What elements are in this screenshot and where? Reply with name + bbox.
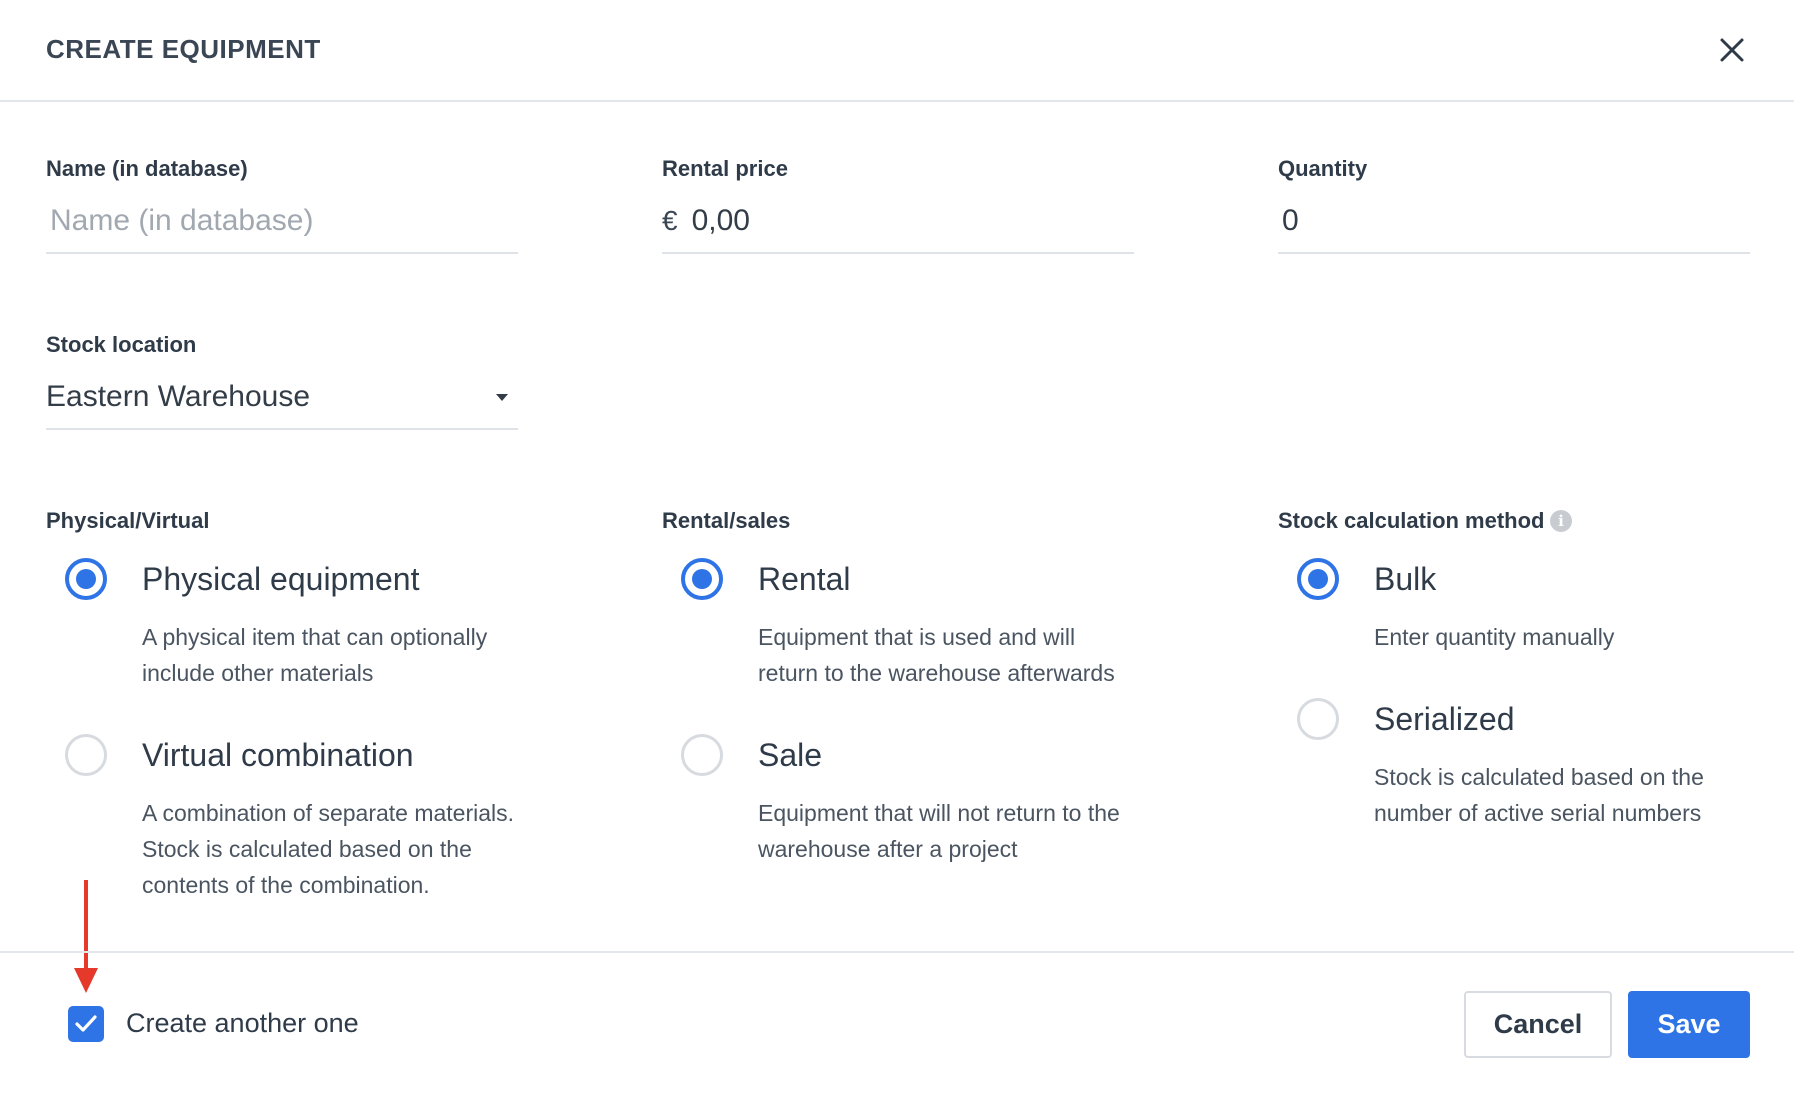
radio-rental[interactable] — [681, 558, 723, 600]
option-label-bulk: Bulk — [1374, 561, 1437, 597]
option-label-rental: Rental — [758, 561, 851, 597]
currency-prefix: € — [662, 205, 678, 236]
dialog-title: CREATE EQUIPMENT — [46, 34, 321, 64]
close-icon — [1720, 38, 1744, 62]
radio-sale[interactable] — [681, 734, 723, 776]
save-button[interactable]: Save — [1628, 991, 1750, 1058]
radio-virtual-combination[interactable] — [65, 734, 107, 776]
radio-serialized[interactable] — [1297, 698, 1339, 740]
rental-price-field-container: € — [662, 190, 1134, 254]
name-input[interactable] — [46, 204, 518, 238]
option-desc-serialized-2: number of active serial numbers — [1374, 800, 1702, 826]
option-desc-physical-equipment-2: include other materials — [142, 660, 374, 686]
physical-virtual-label: Physical/Virtual — [46, 508, 210, 533]
stock-location-value: Eastern Warehouse — [46, 380, 311, 413]
option-desc-rental-1: Equipment that is used and will — [758, 624, 1076, 650]
close-button[interactable] — [1712, 30, 1752, 70]
rental-price-label: Rental price — [662, 156, 788, 181]
caret-down-icon — [496, 394, 508, 401]
option-desc-virtual-combination-2: Stock is calculated based on the — [142, 836, 472, 862]
stock-location-select[interactable]: Eastern Warehouse — [46, 366, 518, 430]
annotation-arrow-icon — [74, 880, 98, 993]
option-label-sale: Sale — [758, 737, 823, 773]
option-desc-virtual-combination-3: contents of the combination. — [142, 872, 430, 898]
option-desc-sale-1: Equipment that will not return to the — [758, 800, 1120, 826]
info-icon[interactable]: i — [1550, 510, 1572, 532]
quantity-field-container — [1278, 190, 1750, 254]
rental-price-input[interactable] — [691, 204, 1134, 238]
create-another-checkbox[interactable] — [68, 1006, 104, 1042]
name-label: Name (in database) — [46, 156, 248, 181]
option-desc-bulk-1: Enter quantity manually — [1374, 624, 1615, 650]
quantity-label: Quantity — [1278, 156, 1368, 181]
stock-calculation-label: Stock calculation method — [1278, 508, 1545, 533]
option-desc-virtual-combination-1: A combination of separate materials. — [142, 800, 515, 826]
option-label-virtual-combination: Virtual combination — [142, 737, 414, 773]
option-desc-serialized-1: Stock is calculated based on the — [1374, 764, 1704, 790]
option-desc-rental-2: return to the warehouse afterwards — [758, 660, 1115, 686]
checkmark-icon — [75, 1015, 97, 1032]
option-label-serialized: Serialized — [1374, 701, 1515, 737]
rental-sales-label: Rental/sales — [662, 508, 791, 533]
name-field-container — [46, 190, 518, 254]
cancel-button[interactable]: Cancel — [1464, 991, 1612, 1058]
stock-location-label: Stock location — [46, 332, 197, 357]
dialog-header: CREATE EQUIPMENT — [0, 0, 1794, 102]
quantity-input[interactable] — [1278, 204, 1750, 238]
option-desc-physical-equipment-1: A physical item that can optionally — [142, 624, 488, 650]
radio-physical-equipment[interactable] — [65, 558, 107, 600]
footer-divider — [0, 951, 1794, 953]
radio-bulk[interactable] — [1297, 558, 1339, 600]
option-label-physical-equipment: Physical equipment — [142, 561, 420, 597]
option-desc-sale-2: warehouse after a project — [758, 836, 1018, 862]
create-another-label[interactable]: Create another one — [126, 1008, 359, 1039]
